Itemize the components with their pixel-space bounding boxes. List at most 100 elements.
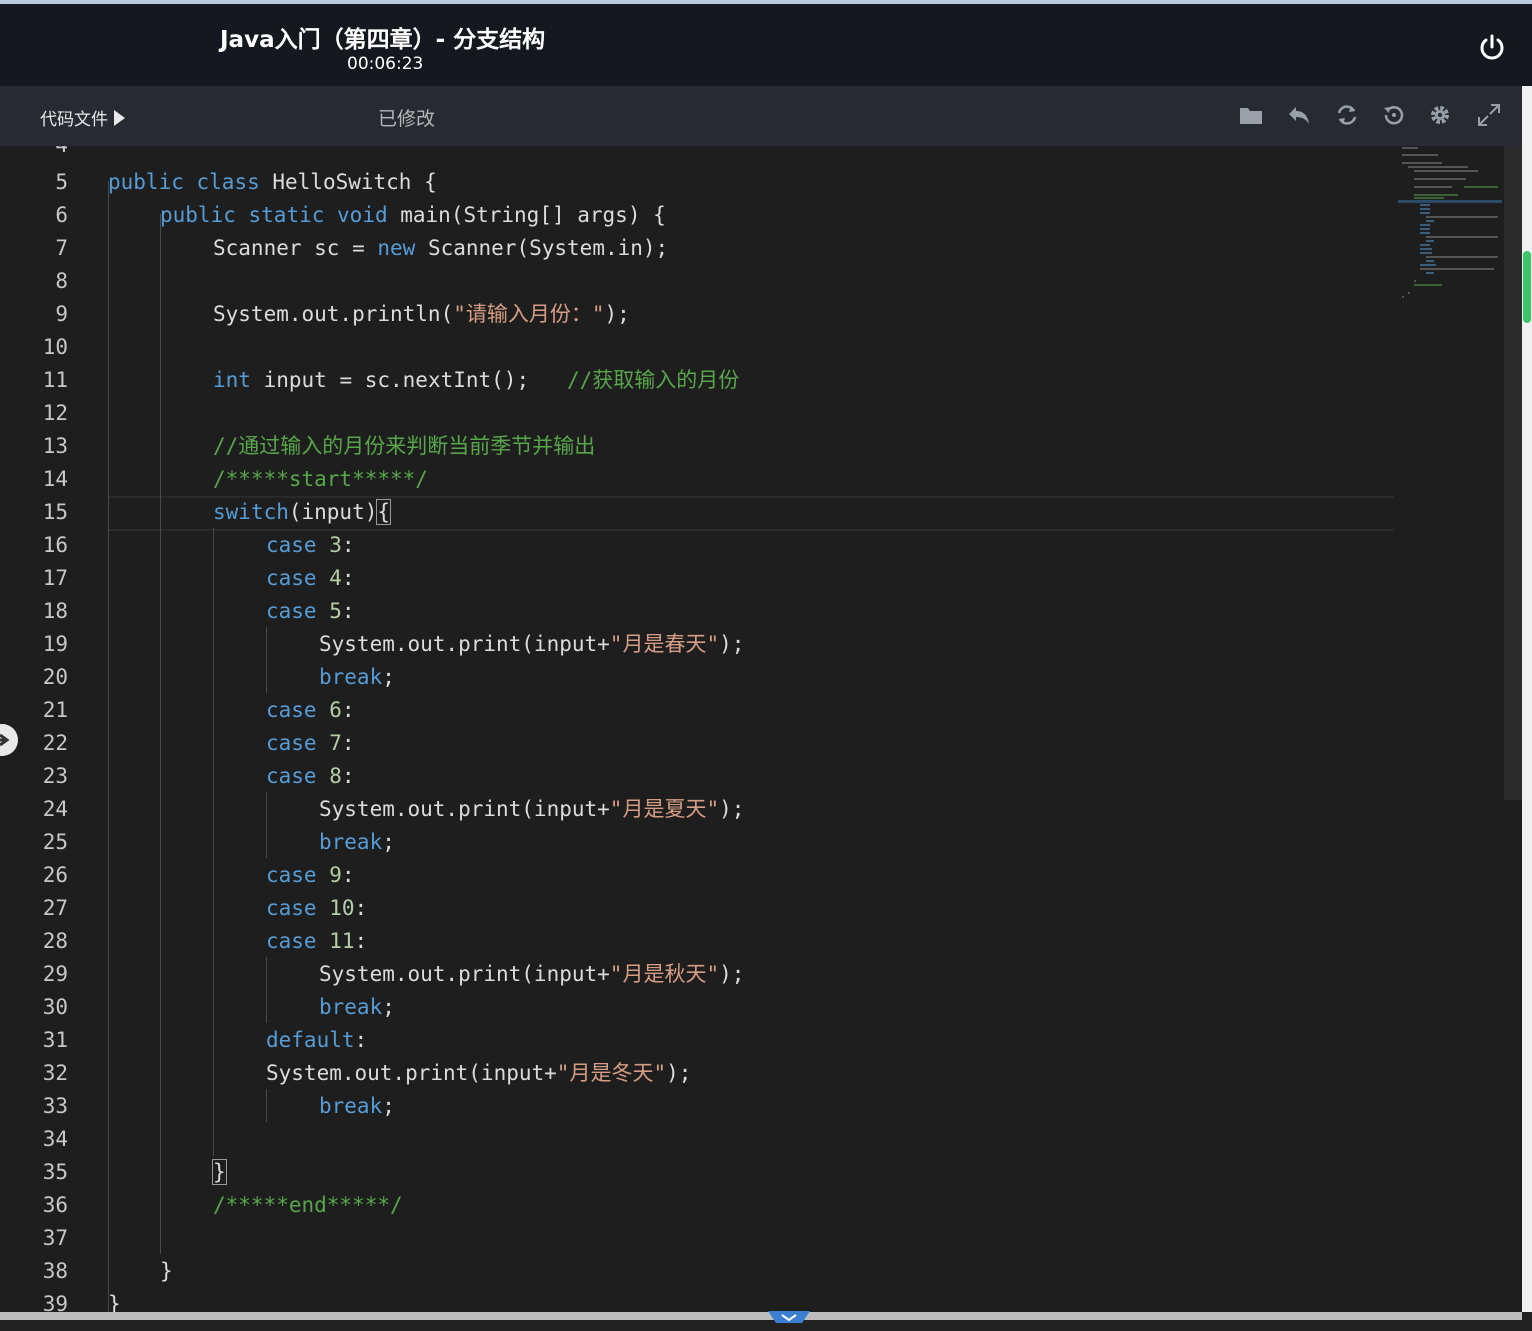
code-token: : [341,731,355,755]
code-line: 10 [0,331,1394,364]
code-token: ; [382,665,395,689]
code-files-label: 代码文件 [40,110,108,130]
code-token: case [266,533,317,557]
code-token: System.out.print(input+ [319,797,610,821]
line-number: 25 [42,830,68,854]
code-token: switch [213,500,289,524]
code-line: 17 case 4: [0,562,1394,595]
code-token: public [108,170,184,194]
code-line: 20 break; [0,661,1394,694]
code-token: case [266,863,317,887]
code-token: (input) [288,500,378,524]
code-line: 28 case 11: [0,925,1394,958]
code-line: 32 System.out.print(input+"月是冬天"); [0,1057,1394,1090]
code-token: public [160,203,236,227]
code-token: int [213,368,251,392]
line-number: 27 [42,896,68,920]
line-number: 10 [42,335,68,359]
undo-icon[interactable] [1286,102,1312,128]
code-token: 5 [329,599,342,623]
code-token: Scanner(System.in); [415,236,669,260]
code-token: : [341,698,355,722]
line-number: 8 [55,269,68,293]
vertical-scroll-thumb[interactable] [1523,251,1531,323]
code-token: HelloSwitch { [259,170,437,194]
code-token: "请输入月份：" [453,302,605,326]
code-token: : [354,929,368,953]
title-bar: Java入门（第四章）- 分支结构 00:06:23 [0,4,1532,86]
fullscreen-icon[interactable] [1476,102,1502,128]
code-line: 24 System.out.print(input+"月是夏天"); [0,793,1394,826]
code-token: 8 [329,764,342,788]
code-line: 5 public class HelloSwitch { [0,166,1394,199]
code-line: 8 [0,265,1394,298]
code-line: 26 case 9: [0,859,1394,892]
code-token: "月是春天" [609,632,720,656]
code-token: case [266,566,317,590]
code-token: : [341,533,355,557]
code-line: 25 break; [0,826,1394,859]
code-line: 11 int input = sc.nextInt(); //获取输入的月份 [0,364,1394,397]
editor-toolbar: 代码文件 已修改 [0,86,1522,146]
line-number: 36 [42,1193,68,1217]
gear-icon[interactable] [1427,102,1453,128]
code-line: 36 /*****end*****/ [0,1189,1394,1222]
minimap-viewport[interactable] [1504,146,1522,800]
play-triangle-icon [114,109,125,126]
code-token: ; [382,995,395,1019]
line-number: 34 [42,1127,68,1151]
code-line: 39 } [0,1288,1394,1312]
code-line: 31 default: [0,1024,1394,1057]
code-token: "月是冬天" [556,1061,667,1085]
vertical-scrollbar[interactable] [1522,86,1532,1312]
line-number: 11 [42,368,68,392]
line-number: 15 [42,500,68,524]
line-number: 31 [42,1028,68,1052]
code-token: break [319,830,383,854]
refresh-icon[interactable] [1334,102,1360,128]
code-token: : [341,863,355,887]
code-token: ); [719,962,745,986]
code-token: input = sc.nextInt(); [250,368,568,392]
horizontal-scroll-thumb[interactable] [0,1312,1522,1320]
code-token: case [266,896,317,920]
code-token: break [319,1094,383,1118]
horizontal-scrollbar[interactable] [0,1312,1532,1331]
code-token: 6 [329,698,342,722]
line-number: 5 [55,170,68,194]
line-number: 24 [42,797,68,821]
code-editor[interactable]: 4 5 public class HelloSwitch { 6 public … [0,146,1522,1312]
panel-resize-handle[interactable] [768,1311,810,1329]
code-token: class [196,170,260,194]
code-line: 13 //通过输入的月份来判断当前季节并输出 [0,430,1394,463]
code-token: } [160,1259,173,1283]
power-icon[interactable] [1476,32,1508,64]
line-number: 16 [42,533,68,557]
code-files-button[interactable]: 代码文件 [40,105,125,130]
code-token: //获取输入的月份 [567,368,740,392]
code-token: /*****start*****/ [213,467,428,491]
line-number: 20 [42,665,68,689]
code-token: case [266,599,317,623]
code-token: Scanner sc = [213,236,378,260]
line-number: 14 [42,467,68,491]
code-token: case [266,764,317,788]
code-token: 3 [329,533,342,557]
folder-icon[interactable] [1238,102,1264,128]
code-token: break [319,665,383,689]
minimap[interactable] [1398,146,1504,306]
line-number: 4 [8,146,68,162]
code-token: default [266,1028,355,1052]
code-token: System.out.print(input+ [319,632,610,656]
code-token: "月是秋天" [609,962,720,986]
code-token: System.out.print(input+ [266,1061,557,1085]
history-icon[interactable] [1381,102,1407,128]
modified-status: 已修改 [378,108,436,130]
code-line: 9 System.out.println("请输入月份："); [0,298,1394,331]
code-token: case [266,929,317,953]
